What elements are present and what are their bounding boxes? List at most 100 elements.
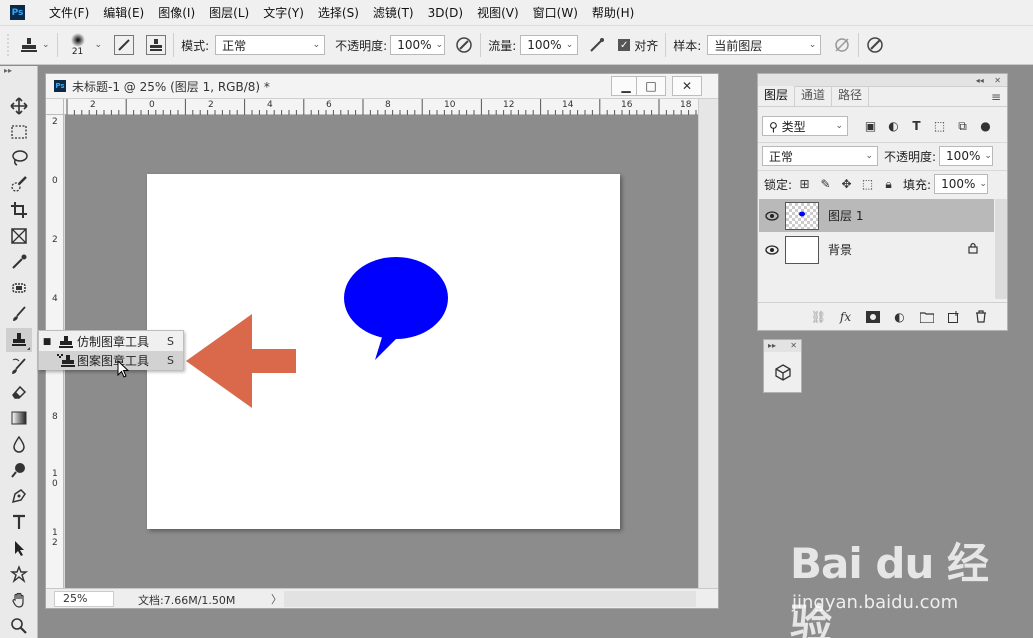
move-tool[interactable] — [6, 94, 32, 118]
menu-3d[interactable]: 3D(D) — [428, 6, 463, 20]
maximize-button[interactable]: □ — [636, 76, 666, 96]
chevron-down-icon: ⌄ — [42, 40, 50, 50]
blur-tool[interactable] — [6, 432, 32, 456]
layers-scrollbar[interactable] — [995, 199, 1007, 299]
document-size-info[interactable]: 文档:7.66M/1.50M — [138, 592, 235, 608]
clone-stamp-menu-item[interactable]: ■ 仿制图章工具 S — [39, 332, 183, 351]
shape-tool[interactable] — [6, 562, 32, 586]
tab-layers[interactable]: 图层 — [758, 86, 796, 106]
layer-row-layer1[interactable]: 图层 1 — [759, 199, 994, 232]
sample-dropdown[interactable]: 当前图层 ⌄ — [707, 35, 822, 55]
healing-brush-tool[interactable] — [6, 276, 32, 300]
panel-menu-icon[interactable]: ≡ — [991, 90, 1001, 104]
fx-icon[interactable]: fx — [837, 308, 854, 325]
menu-file[interactable]: 文件(F) — [49, 4, 89, 21]
smart-object-filter-icon[interactable]: ⧉ — [954, 118, 971, 135]
lock-artboard-icon[interactable]: ⬚ — [859, 176, 876, 193]
tab-channels[interactable]: 通道 — [795, 86, 833, 106]
opacity-input[interactable]: 100% ⌄ — [390, 35, 446, 55]
filter-toggle-icon[interactable]: ● — [977, 118, 994, 135]
brush-settings-toggle[interactable] — [114, 35, 135, 55]
expand-icon[interactable]: ▸▸ — [768, 340, 776, 352]
close-icon[interactable]: ✕ — [790, 340, 797, 352]
horizontal-scrollbar[interactable] — [284, 591, 696, 607]
eraser-tool[interactable] — [6, 380, 32, 404]
add-mask-icon[interactable] — [864, 308, 881, 325]
collapse-icon[interactable]: ▸▸ — [0, 66, 37, 76]
link-layers-icon[interactable]: ⛓ — [810, 308, 827, 325]
new-layer-icon[interactable] — [945, 308, 962, 325]
menu-help[interactable]: 帮助(H) — [592, 4, 634, 21]
lock-transparent-icon[interactable]: ⊞ — [796, 176, 813, 193]
layer-opacity-input[interactable]: 100% ⌄ — [939, 146, 994, 166]
layer-thumbnail[interactable] — [785, 235, 819, 264]
status-menu-arrow[interactable]: 〉 — [271, 591, 282, 607]
image-filter-icon[interactable]: ▣ — [862, 118, 879, 135]
visibility-eye-icon[interactable] — [759, 244, 785, 255]
dodge-tool[interactable] — [6, 458, 32, 482]
lock-paint-icon[interactable]: ✎ — [817, 176, 834, 193]
vertical-scrollbar[interactable] — [698, 99, 718, 588]
pressure-size-toggle[interactable] — [866, 36, 884, 54]
horizontal-ruler[interactable]: 2 0 2 4 6 8 10 12 14 16 18 — [64, 99, 698, 115]
visibility-eye-icon[interactable] — [759, 210, 785, 221]
lasso-tool[interactable] — [6, 146, 32, 170]
menu-select[interactable]: 选择(S) — [318, 4, 359, 21]
adjustment-layer-icon[interactable]: ◐ — [891, 308, 908, 325]
zoom-level-field[interactable]: 25% — [54, 591, 114, 607]
layer-row-background[interactable]: 背景 — [759, 233, 994, 266]
type-filter-icon[interactable]: T — [908, 118, 925, 135]
hand-tool[interactable] — [6, 588, 32, 612]
chevron-down-icon[interactable]: ⌄ — [95, 40, 103, 50]
3d-panel-button[interactable] — [764, 352, 801, 392]
tab-paths[interactable]: 路径 — [832, 86, 870, 106]
brush-size-picker[interactable]: 21 — [65, 33, 91, 57]
type-tool[interactable] — [6, 510, 32, 534]
pen-tool[interactable] — [6, 484, 32, 508]
delete-layer-icon[interactable] — [972, 308, 989, 325]
clone-stamp-tool[interactable] — [6, 328, 32, 352]
lock-position-icon[interactable]: ✥ — [838, 176, 855, 193]
crop-tool[interactable] — [6, 198, 32, 222]
collapse-icon[interactable]: ◂◂ — [976, 76, 984, 85]
new-group-icon[interactable] — [918, 308, 935, 325]
menu-filter[interactable]: 滤镜(T) — [373, 4, 414, 21]
flow-input[interactable]: 100% ⌄ — [520, 35, 579, 55]
mode-dropdown[interactable]: 正常 ⌄ — [215, 35, 326, 55]
layer-name[interactable]: 图层 1 — [828, 207, 863, 224]
menu-layer[interactable]: 图层(L) — [209, 4, 249, 21]
lock-all-icon[interactable]: 🔒︎ — [880, 176, 897, 193]
layer-name[interactable]: 背景 — [828, 241, 852, 258]
blend-mode-dropdown[interactable]: 正常 ⌄ — [762, 146, 878, 166]
adjustment-filter-icon[interactable]: ◐ — [885, 118, 902, 135]
shape-filter-icon[interactable]: ⬚ — [931, 118, 948, 135]
close-button[interactable]: ✕ — [672, 76, 702, 96]
history-brush-tool[interactable] — [6, 354, 32, 378]
pressure-opacity-toggle[interactable] — [455, 36, 473, 54]
close-icon[interactable]: ✕ — [994, 76, 1001, 85]
document-tab[interactable]: Ps 未标题-1 @ 25% (图层 1, RGB/8) * ▁ □ ✕ — [46, 74, 718, 99]
frame-tool[interactable] — [6, 224, 32, 248]
filter-kind-dropdown[interactable]: ⚲ 类型 ⌄ — [762, 116, 848, 136]
pattern-stamp-menu-item[interactable]: 图案图章工具 S — [39, 351, 183, 370]
gradient-tool[interactable] — [6, 406, 32, 430]
menu-image[interactable]: 图像(I) — [158, 4, 195, 21]
menu-edit[interactable]: 编辑(E) — [103, 4, 144, 21]
ruler-origin[interactable] — [46, 99, 64, 115]
eyedropper-tool[interactable] — [6, 250, 32, 274]
menu-window[interactable]: 窗口(W) — [533, 4, 578, 21]
brush-tool[interactable] — [6, 302, 32, 326]
airbrush-toggle[interactable] — [588, 36, 606, 54]
marquee-tool[interactable] — [6, 120, 32, 144]
align-checkbox[interactable]: ✓ — [618, 39, 631, 51]
layer-thumbnail[interactable] — [785, 201, 819, 230]
zoom-tool[interactable] — [6, 614, 32, 638]
clone-source-toggle[interactable] — [146, 35, 167, 55]
quick-select-tool[interactable] — [6, 172, 32, 196]
fill-input[interactable]: 100% ⌄ — [934, 174, 989, 194]
menu-view[interactable]: 视图(V) — [477, 4, 519, 21]
path-selection-tool[interactable] — [6, 536, 32, 560]
ignore-adjustment-toggle[interactable] — [833, 36, 851, 54]
menu-type[interactable]: 文字(Y) — [263, 4, 304, 21]
tool-preset-picker[interactable]: ⌄ — [20, 36, 50, 54]
